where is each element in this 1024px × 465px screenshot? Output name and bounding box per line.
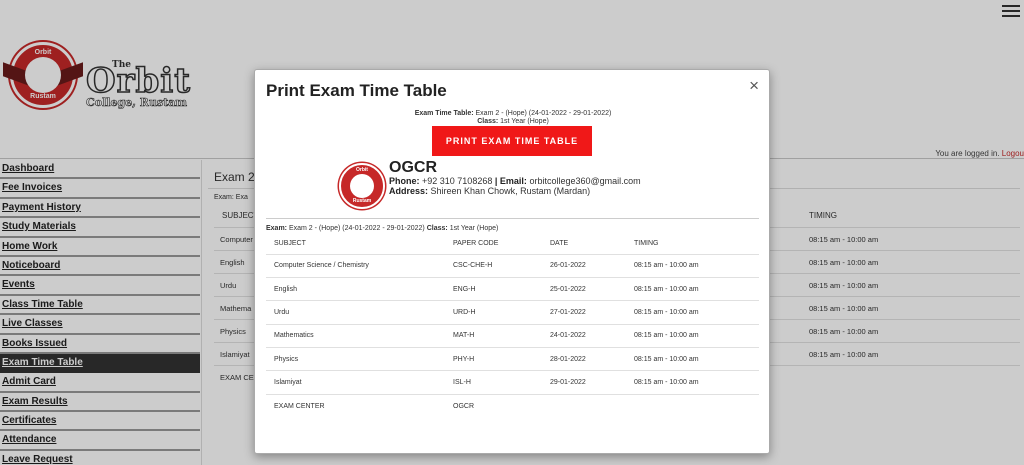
table-row: English ENG-H 25-01-2022 08:15 am - 10:00 a…	[266, 276, 759, 301]
exam-class-line: Exam: Exam 2 - (Hope) (24-01-2022 - 29-0…	[266, 225, 499, 232]
table-row: Urdu URD-H 27-01-2022 08:15 am - 10:00 am	[266, 300, 759, 325]
exam-time-table-info: Exam Time Table: Exam 2 - (Hope) (24-01-…	[414, 110, 612, 117]
organization-info: OGCR Phone: +92 310 7108268 | Email: orb…	[389, 159, 641, 197]
table-row: Computer Science / Chemistry CSC-CHE-H 26-…	[266, 253, 759, 278]
column-header-date: DATE	[550, 240, 569, 248]
school-logo: Orbit Rustam	[339, 163, 385, 209]
table-row: Mathematics MAT-H 24-01-2022 08:15 am - 10:…	[266, 323, 759, 348]
table-row: Physics PHY-H 28-01-2022 08:15 am - 10:00 a…	[266, 347, 759, 371]
table-row: EXAM CENTER OGCR	[266, 393, 759, 418]
exam-time-table: SUBJECT PAPER CODE DATE TIMING Computer …	[266, 234, 759, 418]
close-icon[interactable]: ×	[749, 76, 759, 96]
column-header-paper-code: PAPER CODE	[453, 240, 499, 248]
org-contact: Phone: +92 310 7108268 | Email: orbitcol…	[389, 176, 641, 186]
org-name: OGCR	[389, 159, 437, 176]
divider	[266, 218, 759, 219]
modal-title: Print Exam Time Table	[266, 81, 447, 100]
column-header-timing: TIMING	[634, 240, 659, 248]
class-info: Class: 1st Year (Hope)	[477, 118, 549, 125]
table-row: Islamiyat ISL-H 29-01-2022 08:15 am - 10:00…	[266, 370, 759, 395]
column-header-subject: SUBJECT	[274, 240, 306, 248]
table-header-row: SUBJECT PAPER CODE DATE TIMING	[266, 234, 759, 254]
print-exam-time-table-button[interactable]: PRINT EXAM TIME TABLE	[432, 126, 592, 156]
print-exam-modal: Print Exam Time Table × Exam Time Table:…	[254, 69, 770, 454]
org-address: Address: Shireen Khan Chowk, Rustam (Mar…	[389, 186, 591, 196]
